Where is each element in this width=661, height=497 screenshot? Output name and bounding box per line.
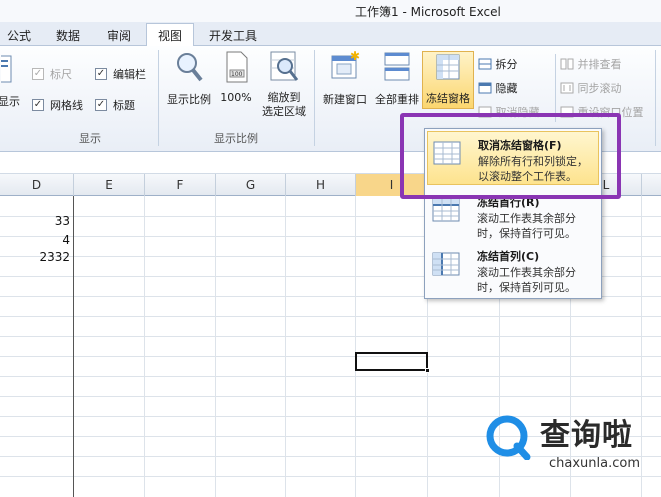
freeze-panes-label: 冻结窗格 (426, 92, 470, 105)
zoom-to-selection-button[interactable]: 缩放到 选定区域 (258, 50, 310, 119)
formula-bar-checkbox[interactable]: ✓ (95, 68, 107, 80)
headings-label: 标题 (113, 99, 135, 112)
formula-bar-label: 编辑栏 (113, 68, 146, 81)
watermark-name: 查询啦 (540, 418, 633, 453)
column-header-g[interactable]: G (216, 174, 286, 196)
gridlines-checkbox[interactable]: ✓ (32, 99, 44, 111)
headings-checkbox[interactable]: ✓ (95, 99, 107, 111)
freeze-first-column-title: 冻结首列(C) (477, 250, 540, 263)
tab-review[interactable]: 审阅 (100, 26, 138, 46)
sync-scroll-label: 同步滚动 (577, 82, 622, 95)
annotation-highlight-box (400, 113, 621, 199)
sync-scroll-icon (560, 82, 574, 94)
watermark-logo-icon (486, 415, 531, 460)
arrange-all-label: 全部重排 (375, 93, 419, 106)
hide-label: 隐藏 (495, 82, 518, 95)
hide-button[interactable]: 隐藏 (478, 80, 518, 96)
zoom-selection-icon (270, 51, 299, 81)
zoom-to-selection-label-2: 选定区域 (262, 105, 306, 118)
freeze-top-row-desc: 滚动工作表其余部分时，保持首行可见。 (477, 212, 576, 240)
gridlines-label: 网格线 (50, 99, 83, 112)
freeze-panes-icon (436, 54, 460, 80)
zoom-group-label: 显示比例 (214, 132, 258, 145)
show-group-label: 显示 (79, 132, 101, 145)
window-title: 工作簿1 - Microsoft Excel (355, 5, 501, 19)
page-layout-icon (0, 55, 12, 83)
column-header-d[interactable]: D (0, 174, 74, 196)
workbook-views-button[interactable]: 显示 (0, 54, 20, 109)
view-side-by-side-button[interactable]: 并排查看 (560, 56, 622, 72)
new-window-icon: ✱ (331, 49, 360, 79)
tab-formulas[interactable]: 公式 (2, 26, 36, 46)
arrange-all-button[interactable]: 全部重排 (372, 50, 422, 107)
watermark-url: chaxunla.com (549, 456, 640, 471)
split-icon (478, 58, 492, 70)
split-label: 拆分 (495, 58, 518, 71)
side-by-side-icon (560, 58, 574, 70)
menu-item-freeze-first-column[interactable]: 冻结首列(C) 滚动工作表其余部分时，保持首列可见。 (427, 243, 599, 297)
fill-handle[interactable] (425, 368, 430, 373)
zoom-label: 显示比例 (167, 93, 211, 106)
ribbon-tabs: 公式 数据 审阅 视图 开发工具 (0, 22, 661, 47)
group-divider (555, 54, 556, 122)
sync-scroll-button[interactable]: 同步滚动 (560, 80, 622, 96)
hide-icon (478, 82, 492, 94)
column-header-e[interactable]: E (74, 174, 145, 196)
freeze-first-column-icon (432, 252, 460, 276)
tab-developer[interactable]: 开发工具 (202, 26, 264, 46)
ruler-checkbox[interactable]: ✓ (32, 68, 44, 80)
svg-text:✱: ✱ (350, 50, 360, 63)
group-divider (158, 50, 159, 146)
tab-view[interactable]: 视图 (146, 23, 194, 47)
zoom-100-button[interactable]: 100 100% (218, 50, 254, 104)
new-window-label: 新建窗口 (323, 93, 367, 106)
ruler-label: 标尺 (50, 68, 72, 81)
freeze-first-column-desc: 滚动工作表其余部分时，保持首列可见。 (477, 266, 576, 294)
page-100-icon: 100 (226, 51, 248, 83)
column-header-m[interactable] (642, 174, 661, 196)
cell-d2[interactable]: 4 (0, 233, 70, 247)
tab-data[interactable]: 数据 (50, 26, 86, 46)
zoom-button[interactable]: 显示比例 (162, 50, 216, 107)
arrange-all-icon (384, 52, 410, 81)
group-divider (314, 50, 315, 146)
workbook-views-label: 显示 (0, 95, 20, 108)
freeze-panes-button[interactable]: 冻结窗格 (422, 51, 474, 109)
zoom-100-label: 100% (220, 91, 252, 104)
title-bar: 工作簿1 - Microsoft Excel (0, 0, 661, 22)
active-cell[interactable] (355, 352, 428, 371)
split-button[interactable]: 拆分 (478, 56, 518, 72)
cell-d1[interactable]: 33 (0, 214, 70, 228)
group-divider (655, 50, 656, 146)
freeze-top-row-icon (432, 198, 460, 222)
cell-d3[interactable]: 2332 (0, 250, 70, 264)
svg-text:100: 100 (231, 71, 243, 78)
zoom-to-selection-label-1: 缩放到 (267, 91, 301, 104)
column-header-f[interactable]: F (145, 174, 216, 196)
new-window-button[interactable]: ✱ 新建窗口 (317, 49, 373, 107)
side-by-side-label: 并排查看 (577, 58, 622, 71)
column-header-h[interactable]: H (286, 174, 356, 196)
magnifier-icon (177, 53, 203, 82)
